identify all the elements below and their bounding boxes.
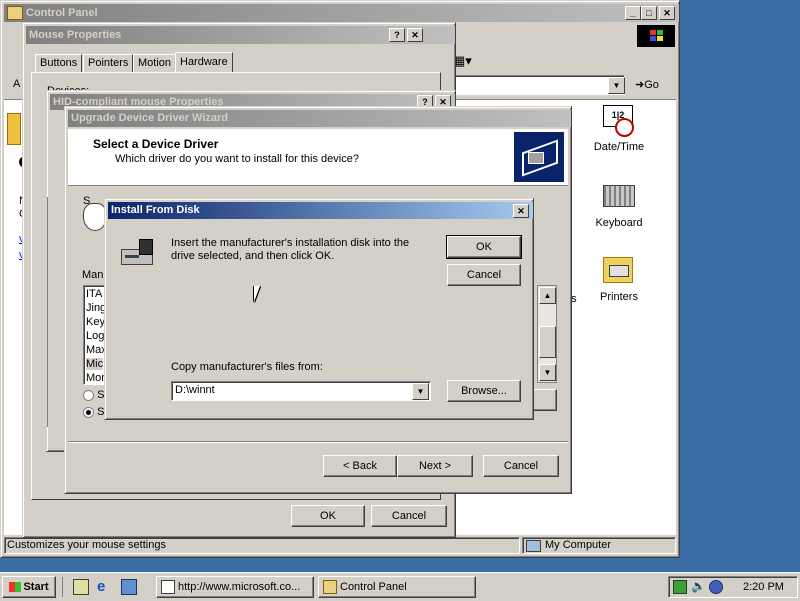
maximize-button[interactable]: □ (641, 6, 657, 20)
close-button[interactable]: ✕ (407, 28, 423, 42)
tab-hardware[interactable]: Hardware (175, 52, 233, 72)
printers-label: Printers (600, 291, 638, 303)
manufacturer-item[interactable]: Log (86, 330, 104, 342)
control-panel-title: Control Panel (26, 7, 98, 19)
ok-button[interactable]: OK (291, 505, 365, 527)
address-label: A (13, 78, 21, 90)
status-left-text: Customizes your mouse settings (7, 539, 166, 551)
quick-launch: e (62, 577, 151, 597)
wizard-heading: Select a Device Driver (93, 137, 219, 151)
ie-page-icon (161, 580, 175, 595)
tab-pointers[interactable]: Pointers (83, 54, 134, 72)
install-from-disk-title: Install From Disk (111, 204, 200, 216)
floppy-drive-icon (121, 239, 155, 265)
have-disk-button-partial[interactable] (531, 389, 557, 411)
cancel-button[interactable]: Cancel (371, 505, 447, 527)
status-bar: Customizes your mouse settings My Comput… (4, 536, 676, 554)
tab-buttons[interactable]: Buttons (35, 54, 83, 72)
volume-icon[interactable]: 🔈 (691, 579, 706, 593)
my-computer-icon (526, 540, 541, 552)
copy-from-combobox[interactable]: D:\winnt ▼ (171, 381, 431, 401)
copy-from-label: Copy manufacturer's files from: (171, 361, 323, 373)
date-time-icon: 1|2 (603, 105, 634, 137)
go-arrow-icon: ➜ (635, 79, 645, 91)
wizard-subheading: Which driver do you want to install for … (115, 153, 359, 165)
task-button-control-panel[interactable]: Control Panel (318, 576, 476, 598)
close-button[interactable]: ✕ (659, 6, 675, 20)
control-panel-titlebar[interactable]: Control Panel (4, 4, 679, 22)
close-button[interactable]: ✕ (513, 204, 529, 218)
browse-button[interactable]: Browse... (447, 380, 521, 402)
hid-page-border (47, 197, 52, 427)
cancel-button[interactable]: Cancel (447, 264, 521, 286)
printers-icon (603, 257, 633, 283)
wizard-titlebar[interactable]: Upgrade Device Driver Wizard (68, 110, 571, 127)
ok-button[interactable]: OK (446, 235, 522, 259)
date-time-label: Date/Time (593, 141, 645, 153)
chevron-down-icon[interactable]: ▼ (412, 383, 429, 400)
keyboard-icon (603, 185, 635, 207)
scroll-down-button[interactable]: ▼ (539, 364, 556, 381)
control-panel-icon (7, 6, 23, 21)
task-label: http://www.microsoft.co... (178, 581, 301, 593)
keyboard-item[interactable]: Keyboard (579, 181, 659, 231)
taskbar: Start e http://www.microsoft.co... Contr… (0, 572, 800, 601)
hardware-icon (514, 132, 564, 182)
status-right-text: My Computer (545, 539, 612, 551)
windows-flag-icon (9, 582, 22, 593)
radio-button-selected[interactable] (83, 406, 94, 418)
tray-app-icon[interactable] (709, 580, 723, 594)
control-panel-icon (323, 580, 337, 595)
help-button[interactable]: ? (389, 28, 405, 42)
status-right-pane: My Computer (522, 537, 676, 554)
back-button[interactable]: < Back (323, 455, 397, 477)
wizard-partial-s: S (83, 195, 91, 207)
next-button[interactable]: Next > (397, 455, 473, 477)
radio-button[interactable] (83, 389, 94, 401)
manufacturer-item-selected[interactable]: Mic (86, 358, 104, 370)
scroll-thumb[interactable] (539, 326, 556, 358)
minimize-button[interactable]: _ (625, 6, 641, 20)
tab-motion[interactable]: Motion (133, 54, 177, 72)
outlook-icon[interactable] (121, 579, 137, 595)
mouse-properties-title: Mouse Properties (29, 29, 122, 41)
keyboard-label: Keyboard (595, 217, 643, 229)
task-button-ie[interactable]: http://www.microsoft.co... (156, 576, 314, 598)
left-pane-folder-icon (7, 113, 21, 145)
start-label: Start (23, 581, 49, 593)
model-list-scrollbar[interactable]: ▲ ▼ (537, 285, 557, 383)
network-icon[interactable] (673, 580, 687, 594)
views-icon[interactable]: ▦▾ (453, 53, 475, 69)
system-tray: 🔈 2:20 PM (668, 576, 798, 598)
date-time-item[interactable]: 1|2 Date/Time (579, 105, 659, 157)
radio-show-all[interactable]: S (83, 406, 104, 418)
scroll-up-button[interactable]: ▲ (539, 287, 556, 304)
go-button[interactable]: ➜Go (635, 77, 671, 93)
show-desktop-icon[interactable] (73, 579, 89, 595)
wizard-title: Upgrade Device Driver Wizard (71, 112, 229, 124)
radio-show-compatible[interactable]: S (83, 389, 104, 401)
task-label: Control Panel (340, 581, 407, 593)
mouse-cursor-icon (254, 286, 260, 302)
install-from-disk-titlebar[interactable]: Install From Disk (108, 202, 533, 219)
address-dropdown-button[interactable]: ▼ (608, 77, 625, 94)
ie-icon[interactable]: e (97, 578, 105, 595)
printers-item[interactable]: Printers (579, 255, 659, 305)
manufacturer-item[interactable]: ITA (86, 288, 102, 300)
cancel-button[interactable]: Cancel (483, 455, 559, 477)
install-from-disk-dialog: Install From Disk ✕ Insert the manufactu… (104, 198, 534, 420)
go-label: Go (644, 79, 659, 91)
manufacturer-item[interactable]: Key (86, 316, 105, 328)
status-left-pane: Customizes your mouse settings (4, 537, 520, 554)
install-message: Insert the manufacturer's installation d… (171, 237, 410, 262)
copy-from-value: D:\winnt (175, 384, 215, 396)
wizard-separator (68, 441, 568, 443)
clock: 2:20 PM (743, 581, 784, 593)
start-button[interactable]: Start (2, 576, 56, 598)
wizard-header: Select a Device Driver Which driver do y… (68, 129, 568, 186)
windows-logo (637, 25, 675, 47)
